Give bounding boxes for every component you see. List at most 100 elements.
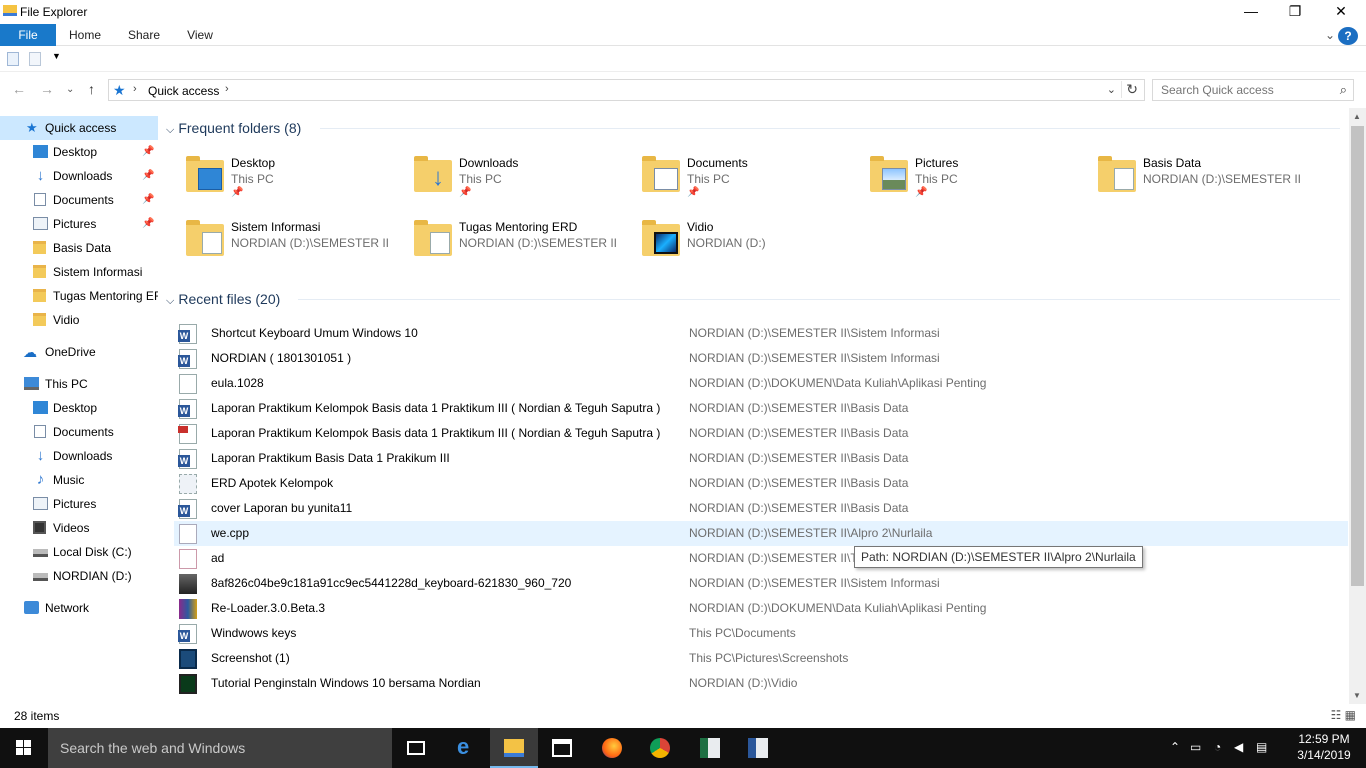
help-icon[interactable]: ? [1338,27,1358,45]
pin-icon: 📌 [915,187,928,198]
folder-tile[interactable]: Sistem Informasi NORDIAN (D:)\SEMESTER II [186,214,406,270]
tab-home[interactable]: Home [60,24,110,46]
chevron-down-icon[interactable]: ⌄ [1107,83,1116,96]
folder-tile[interactable]: Tugas Mentoring ERD NORDIAN (D:)\SEMESTER… [414,214,634,270]
excel-button[interactable] [686,728,734,768]
refresh-icon[interactable]: ↻ [1121,81,1138,98]
sidebar-item-tugas-mentoring-erd[interactable]: Tugas Mentoring ERD [0,284,158,308]
edge-button[interactable]: e [442,728,490,768]
list-item[interactable]: ERD Apotek Kelompok NORDIAN (D:)\SEMESTER… [174,471,1348,496]
folder-tile[interactable]: Desktop This PC 📌 [186,150,406,206]
sidebar-item-pc-downloads[interactable]: ↓ Downloads [0,444,158,468]
file-name: Windwows keys [211,626,297,640]
minimize-button[interactable]: — [1228,0,1274,24]
sidebar-item-onedrive[interactable]: ☁ OneDrive [0,340,158,364]
list-item[interactable]: Laporan Praktikum Kelompok Basis data 1 … [174,396,1348,421]
folder-tile[interactable]: Basis Data NORDIAN (D:)\SEMESTER II [1098,150,1318,206]
list-item[interactable]: cover Laporan bu yunita11 NORDIAN (D:)\SE… [174,496,1348,521]
search-box[interactable]: ⌕ [1152,79,1354,101]
list-item[interactable]: Tutorial Penginstaln Windows 10 bersama … [174,671,1348,696]
battery-icon[interactable]: ▭ [1190,740,1201,754]
word-button[interactable] [734,728,782,768]
folder-location: This PC [459,172,502,186]
documents-icon [34,425,46,438]
sidebar-item-quick-access[interactable]: ★ Quick access [0,116,158,140]
start-button[interactable] [0,728,48,768]
recent-locations-icon[interactable]: ⌄ [66,84,74,95]
list-item[interactable]: eula.1028 NORDIAN (D:)\DOKUMEN\Data Kulia… [174,371,1348,396]
chrome-button[interactable] [636,728,684,768]
up-button[interactable]: ↑ [88,81,95,97]
list-item[interactable]: Laporan Praktikum Kelompok Basis data 1 … [174,421,1348,446]
sidebar-item-downloads[interactable]: ↓ Downloads 📌 [0,164,158,188]
task-view-button[interactable] [392,728,440,768]
chevron-down-icon: ⌵ [166,124,175,136]
sidebar-item-this-pc[interactable]: This PC [0,372,158,396]
sidebar-item-local-disk-c[interactable]: Local Disk (C:) [0,540,158,564]
list-item[interactable]: we.cpp NORDIAN (D:)\SEMESTER II\Alpro 2\N… [174,521,1348,546]
folder-tile[interactable]: ↓ Downloads This PC 📌 [414,150,634,206]
wifi-icon[interactable]: ◔ [1214,740,1221,754]
list-item[interactable]: Re-Loader.3.0.Beta.3 NORDIAN (D:)\DOKUMEN… [174,596,1348,621]
scrollbar-thumb[interactable] [1351,126,1364,586]
sidebar-item-basis-data[interactable]: Basis Data [0,236,158,260]
frequent-folders-header[interactable]: ⌵ Frequent folders (8) [166,116,301,140]
forward-button[interactable]: → [40,81,54,97]
view-toggle-icons[interactable]: ☷ ▦ [1331,708,1356,722]
list-item[interactable]: Shortcut Keyboard Umum Windows 10 NORDIAN… [174,321,1348,346]
sidebar-item-desktop[interactable]: Desktop 📌 [0,140,158,164]
folder-tile[interactable]: Vidio NORDIAN (D:) [642,214,862,270]
task-view-icon [407,741,425,755]
list-item[interactable]: Laporan Praktikum Basis Data 1 Prakikum … [174,446,1348,471]
list-item[interactable]: Screenshot (1) This PC\Pictures\Screensho… [174,646,1348,671]
action-center-icon[interactable]: ▤ [1256,740,1267,754]
clock[interactable]: 12:59 PM 3/14/2019 [1294,731,1354,763]
drive-icon [33,573,48,581]
volume-icon[interactable]: ◀ [1234,740,1243,754]
tab-file[interactable]: File [0,24,56,46]
folder-location: This PC [915,172,958,186]
firefox-button[interactable] [588,728,636,768]
list-item[interactable]: Windwows keys This PC\Documents [174,621,1348,646]
breadcrumb-chevron-icon[interactable]: › [225,83,229,95]
folder-tile[interactable]: Pictures This PC 📌 [870,150,1090,206]
sidebar-item-pictures[interactable]: Pictures 📌 [0,212,158,236]
file-path: NORDIAN (D:)\SEMESTER II\Basis Data [689,476,909,490]
store-button[interactable] [538,728,586,768]
list-item[interactable]: ad NORDIAN (D:)\SEMESTER II\Tu [174,546,1348,571]
sidebar-item-pc-documents[interactable]: Documents [0,420,158,444]
show-hidden-icons-icon[interactable]: ⌃ [1170,740,1180,754]
sidebar-item-music[interactable]: ♪ Music [0,468,158,492]
search-input[interactable] [1161,83,1331,97]
new-folder-icon[interactable] [29,52,41,66]
list-item[interactable]: 8af826c04be9c181a91cc9ec5441228d_keyboar… [174,571,1348,596]
sidebar-item-documents[interactable]: Documents 📌 [0,188,158,212]
taskbar-search-box[interactable]: Search the web and Windows [48,728,392,768]
file-explorer-button[interactable] [490,728,538,768]
list-item[interactable]: NORDIAN ( 1801301051 ) NORDIAN (D:)\SEMES… [174,346,1348,371]
close-button[interactable]: ✕ [1318,0,1364,24]
scroll-up-icon[interactable]: ▲ [1353,112,1361,121]
sidebar-item-videos[interactable]: Videos [0,516,158,540]
vertical-scrollbar[interactable]: ▲ ▼ [1349,108,1366,704]
sidebar-item-network[interactable]: Network [0,596,158,620]
breadcrumb-chevron-icon[interactable]: › [133,83,137,95]
properties-icon[interactable] [7,52,19,66]
address-bar[interactable]: ★ › Quick access › ⌄ ↻ [108,79,1145,101]
sidebar-item-vidio[interactable]: Vidio [0,308,158,332]
sidebar-item-pc-desktop[interactable]: Desktop [0,396,158,420]
breadcrumb[interactable]: Quick access [148,84,219,98]
sidebar-item-sistem-informasi[interactable]: Sistem Informasi [0,260,158,284]
scroll-down-icon[interactable]: ▼ [1353,691,1361,700]
sidebar-item-pc-pictures[interactable]: Pictures [0,492,158,516]
recent-files-header[interactable]: ⌵ Recent files (20) [166,287,280,311]
word-file-icon [178,324,197,344]
maximize-button[interactable]: ❐ [1272,0,1318,24]
ribbon-expand-icon[interactable]: ⌄ [1320,24,1340,46]
sidebar-item-nordian-d[interactable]: NORDIAN (D:) [0,564,158,588]
folder-tile[interactable]: Documents This PC 📌 [642,150,862,206]
tab-share[interactable]: Share [118,24,170,46]
back-button[interactable]: ← [12,81,26,97]
customize-toolbar-icon[interactable]: ▼ [52,51,61,61]
tab-view[interactable]: View [176,24,224,46]
